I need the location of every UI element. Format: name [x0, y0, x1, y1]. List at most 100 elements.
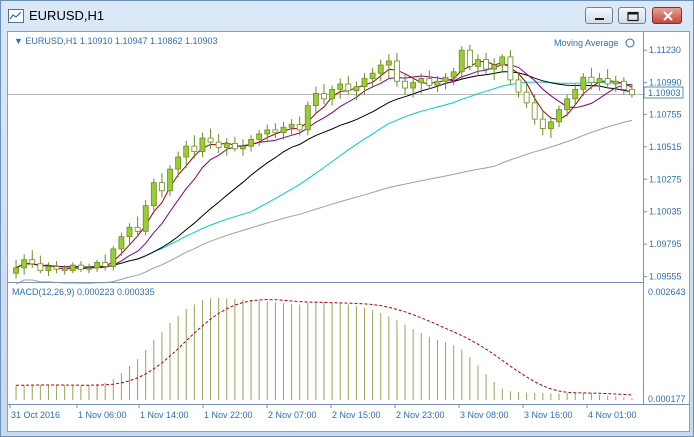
candle-body — [410, 82, 417, 89]
y-tick-label: 1.10755 — [649, 109, 682, 119]
minimize-icon — [595, 18, 604, 20]
candle-body — [434, 80, 441, 86]
candle-body — [29, 259, 36, 265]
candle-body — [134, 226, 141, 232]
candle-body — [159, 182, 165, 192]
candle-body — [77, 264, 84, 270]
candle-body — [110, 248, 117, 267]
y-tick-label: 1.11230 — [649, 45, 681, 55]
candle-body — [491, 64, 498, 70]
candle-body — [223, 143, 230, 148]
candle-body — [377, 64, 384, 74]
x-tick-label: 1 Nov 06:00 — [78, 410, 127, 420]
candle-body — [264, 129, 271, 135]
candle-body — [256, 133, 263, 140]
candle-body — [37, 263, 44, 271]
candle-body — [240, 145, 246, 150]
candle-body — [61, 268, 68, 271]
chart-window-icon — [8, 9, 24, 23]
candle-body — [499, 56, 506, 66]
candle-body — [345, 83, 352, 92]
candle-body — [361, 78, 368, 88]
candle-body — [126, 226, 133, 238]
candle-body — [426, 78, 433, 86]
restore-icon — [627, 11, 639, 22]
candle-body — [45, 266, 52, 271]
candle-body — [596, 78, 603, 84]
macd-header: MACD(12,26,9) 0.000223 0.000335 — [12, 287, 155, 297]
candle-body — [580, 76, 587, 90]
candle-body — [207, 137, 214, 143]
candle-body — [556, 109, 562, 123]
candle-body — [13, 267, 19, 274]
y-tick-label: 1.10515 — [649, 142, 682, 152]
candle-body — [21, 259, 28, 269]
x-tick-label: 4 Nov 01:00 — [588, 410, 637, 420]
candle-body — [175, 156, 182, 170]
candle-body — [588, 76, 595, 84]
x-tick-label: 3 Nov 08:00 — [460, 410, 509, 420]
current-price-label: 1.10903 — [648, 88, 681, 98]
chart-header-arrow: ▼ — [14, 36, 25, 46]
candle-body — [507, 56, 514, 81]
x-tick-label: 1 Nov 22:00 — [204, 410, 253, 420]
candle-body — [183, 145, 190, 158]
x-tick-label: 31 Oct 2016 — [11, 410, 60, 420]
restore-button[interactable] — [618, 7, 646, 24]
y-tick-label: 1.10275 — [649, 174, 682, 184]
candle-body — [442, 76, 449, 82]
candle-body — [329, 88, 336, 100]
candle-body — [199, 137, 206, 152]
y-tick-label: 1.09795 — [649, 239, 682, 249]
ma-long-line — [15, 119, 633, 285]
candle-body — [450, 71, 457, 78]
candle-body — [118, 236, 125, 250]
candle-body — [69, 264, 76, 271]
candle-body — [353, 86, 360, 92]
candle-body — [612, 80, 619, 85]
window-title: EURUSD,H1 — [29, 8, 105, 23]
candle-body — [248, 138, 254, 147]
candle-body — [142, 205, 149, 232]
close-button[interactable] — [652, 7, 682, 24]
candle-body — [466, 49, 473, 67]
minimize-button[interactable] — [585, 7, 613, 24]
candle-body — [337, 83, 344, 90]
candle-body — [94, 262, 101, 269]
x-tick-label: 3 Nov 16:00 — [524, 410, 573, 420]
candle-body — [280, 126, 287, 134]
candle-body — [475, 59, 481, 67]
candle-body — [483, 59, 489, 70]
price-chart[interactable]: ▼ EURUSD,H1 1.10910 1.10947 1.10862 1.10… — [8, 32, 689, 431]
candle-body — [385, 60, 392, 66]
x-tick-label: 2 Nov 23:00 — [396, 410, 445, 420]
ma-cyan-line — [15, 81, 632, 269]
candle-body — [167, 168, 173, 192]
candle-body — [296, 124, 303, 131]
candle-body — [191, 145, 198, 152]
candle-body — [515, 79, 522, 93]
candle-body — [523, 91, 530, 104]
candle-body — [53, 266, 60, 270]
indicator-settings-icon[interactable] — [625, 38, 635, 48]
x-tick-label: 2 Nov 15:00 — [332, 410, 381, 420]
chart-area[interactable]: ▼ EURUSD,H1 1.10910 1.10947 1.10862 1.10… — [7, 31, 690, 432]
chart-header: EURUSD,H1 1.10910 1.10947 1.10862 1.1090… — [25, 36, 217, 46]
x-tick-label: 2 Nov 07:00 — [268, 410, 317, 420]
chart-window: EURUSD,H1 ▼ EURUSD,H1 1.10910 1.10947 1.… — [0, 0, 694, 437]
title-bar[interactable]: EURUSD,H1 — [1, 1, 693, 31]
indicator-label[interactable]: Moving Average — [554, 38, 618, 48]
candle-body — [620, 80, 627, 90]
candle-body — [572, 88, 579, 100]
y-tick-label: 1.09555 — [649, 272, 682, 282]
candle-body — [150, 182, 157, 207]
candle-body — [402, 80, 408, 89]
close-icon — [663, 11, 673, 21]
candle-body — [321, 93, 327, 100]
candle-body — [304, 105, 311, 131]
macd-y-top: 0.002643 — [648, 287, 686, 297]
candle-body — [604, 78, 611, 85]
x-tick-label: 1 Nov 14:00 — [140, 410, 189, 420]
candle-body — [231, 143, 238, 150]
svg-text:▼ EURUSD,H1 1.10910 1.10947 1: ▼ EURUSD,H1 1.10910 1.10947 1.10862 1.10… — [14, 36, 218, 46]
